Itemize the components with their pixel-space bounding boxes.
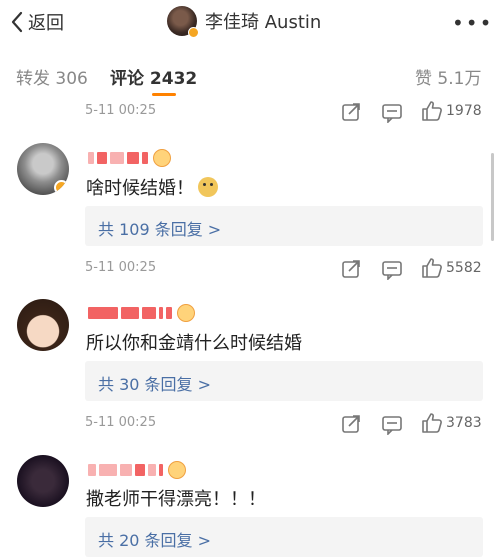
chevron-left-icon (11, 11, 23, 33)
comment-text: 啥时候结婚！ (86, 174, 218, 200)
tab-repost[interactable]: 转发 306 (16, 64, 88, 89)
comment-text: 所以你和金靖什么时候结婚 (86, 333, 302, 354)
replies-label: 共 20 条回复 > (98, 531, 212, 550)
verified-badge-icon (54, 180, 69, 195)
author-name: 李佳琦 Austin (205, 12, 322, 33)
like-count: 5582 (446, 260, 482, 276)
replies-link[interactable]: 共 109 条回复 > (85, 206, 483, 246)
user-avatar[interactable] (17, 455, 69, 507)
comment-time: 5-11 00:25 (85, 260, 157, 275)
share-icon[interactable] (340, 101, 362, 123)
username-masked[interactable] (88, 149, 171, 167)
replies-label: 共 30 条回复 > (98, 375, 212, 394)
top-nav-bar: 返回 李佳琦 Austin ••• (0, 0, 499, 44)
like-icon[interactable] (420, 99, 444, 123)
like-icon[interactable] (420, 256, 444, 280)
author-avatar[interactable] (167, 6, 199, 38)
username-masked[interactable] (88, 304, 195, 322)
comment-icon[interactable] (381, 258, 403, 280)
member-badge-icon (153, 149, 171, 167)
username-masked[interactable] (88, 461, 186, 479)
comment-time: 5-11 00:25 (85, 103, 157, 118)
member-badge-icon (168, 461, 186, 479)
like-count: 1978 (446, 103, 482, 119)
doge-emoji-icon (198, 177, 218, 197)
comment-icon[interactable] (381, 413, 403, 435)
more-icon[interactable]: ••• (452, 11, 493, 35)
like-count: 3783 (446, 415, 482, 431)
share-icon[interactable] (340, 413, 362, 435)
user-avatar[interactable] (17, 143, 69, 195)
comment-action-row: 5-11 00:25 1978 (0, 99, 499, 125)
comment-icon[interactable] (381, 101, 403, 123)
share-icon[interactable] (340, 258, 362, 280)
tab-bar: 转发 306 评论 2432 赞 5.1万 (0, 50, 499, 96)
verified-badge-icon (188, 27, 199, 38)
comment-action-row: 5-11 00:25 3783 (0, 411, 499, 437)
like-icon[interactable] (420, 411, 444, 435)
replies-link[interactable]: 共 30 条回复 > (85, 361, 483, 401)
member-badge-icon (177, 304, 195, 322)
replies-label: 共 109 条回复 > (98, 220, 222, 239)
comment-time: 5-11 00:25 (85, 415, 157, 430)
replies-link[interactable]: 共 20 条回复 > (85, 517, 483, 557)
user-avatar[interactable] (17, 299, 69, 351)
comment-action-row: 5-11 00:25 5582 (0, 256, 499, 282)
page-title[interactable]: 李佳琦 Austin (167, 6, 322, 38)
back-label: 返回 (28, 13, 64, 34)
active-tab-indicator (152, 93, 176, 96)
scrollbar[interactable] (491, 153, 494, 241)
comment-text: 撒老师干得漂亮！！！ (86, 489, 266, 510)
back-button[interactable]: 返回 (10, 9, 64, 35)
tab-likes[interactable]: 赞 5.1万 (415, 64, 481, 89)
